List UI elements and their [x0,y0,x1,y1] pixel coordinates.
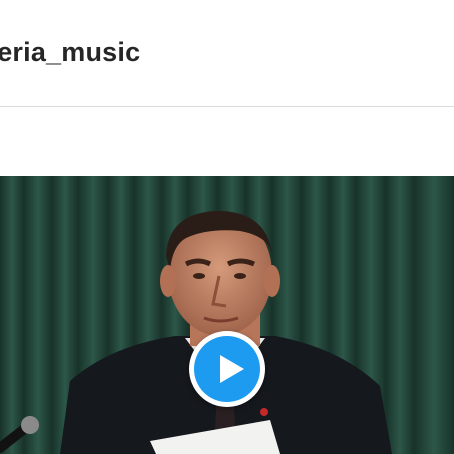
play-icon[interactable] [194,336,260,402]
video-thumbnail [0,176,454,454]
source-header[interactable]: ube [0,107,454,255]
account-name[interactable]: teria_music [0,37,140,68]
account-header[interactable]: teria_music [0,0,454,106]
video-player[interactable] [0,176,454,454]
play-button[interactable] [189,331,265,407]
